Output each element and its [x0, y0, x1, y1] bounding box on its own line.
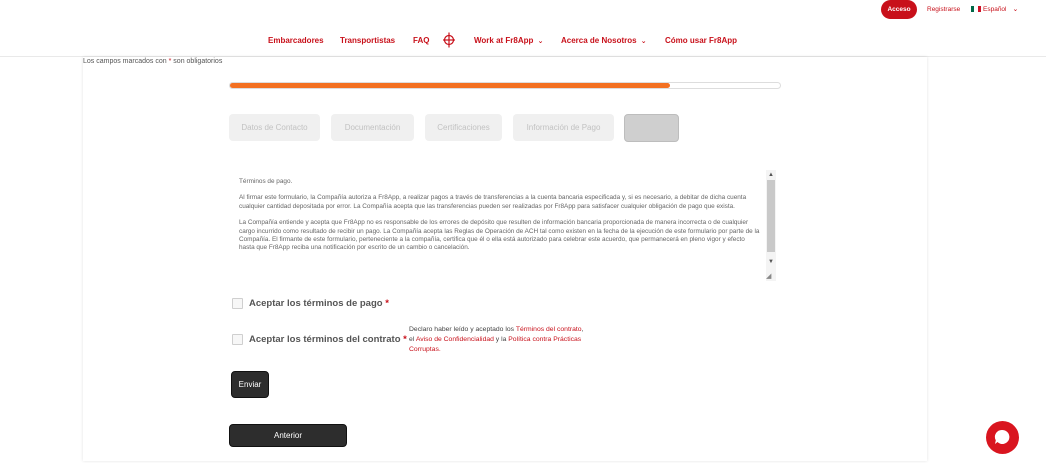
registrarse-link[interactable]: Registrarse [927, 6, 960, 13]
nav-item-transportistas[interactable]: Transportistas [340, 36, 395, 45]
scroll-thumb[interactable] [767, 180, 775, 252]
chevron-down-icon: ⌄ [638, 38, 647, 45]
accept-contract-row: Aceptar los términos del contrato * [232, 334, 407, 345]
fr8app-logo-icon[interactable] [442, 32, 456, 48]
terminos-del-contrato-link[interactable]: Términos del contrato [516, 326, 582, 333]
aviso-de-confidencialidad-link[interactable]: Aviso de Confidencialidad [416, 336, 494, 343]
step-informacion-de-pago[interactable]: Información de Pago [513, 114, 614, 141]
contract-note-end: . [438, 346, 441, 354]
language-selector[interactable]: Español ⌄ [971, 5, 1018, 13]
nav-item-embarcadores[interactable]: Embarcadores [268, 36, 324, 45]
accept-payment-text: Aceptar los términos de pago [249, 298, 383, 309]
step-certificaciones[interactable]: Certificaciones [425, 114, 502, 141]
accept-contract-text: Aceptar los términos del contrato [249, 334, 401, 345]
terms-paragraph: Términos de pago. [239, 178, 293, 185]
terms-scrollbar[interactable]: ▲ ▼ [766, 170, 776, 281]
required-fields-note: Los campos marcados con * son obligatori… [83, 58, 222, 65]
chat-bubble-icon[interactable] [986, 421, 1019, 454]
language-label: Español [983, 5, 1007, 13]
resize-grip-icon[interactable]: ◢ [766, 272, 776, 281]
required-star: * [168, 58, 172, 65]
mexico-flag-icon [971, 6, 981, 12]
chat-icon [994, 429, 1010, 444]
accept-payment-row: Aceptar los términos de pago * [232, 298, 389, 309]
nav-item-acerca-de-nosotros[interactable]: Acerca de Nosotros ⌄ [561, 36, 647, 45]
chevron-down-icon: ⌄ [1012, 6, 1019, 13]
acceso-button[interactable]: Acceso [881, 0, 917, 19]
terms-paragraph: La Compañía entiende y acepta que Fr8App… [239, 219, 760, 252]
accept-payment-label: Aceptar los términos de pago * [249, 298, 389, 309]
required-star: * [403, 334, 407, 345]
step-documentacion[interactable]: Documentación [331, 114, 414, 141]
step-datos-de-contacto[interactable]: Datos de Contacto [229, 114, 320, 141]
required-note-suffix: son obligatorios [173, 58, 223, 65]
nav-item-label: Acerca de Nosotros [561, 36, 637, 45]
progress-bar [229, 82, 781, 89]
accept-contract-checkbox[interactable] [232, 334, 243, 345]
contract-note-and: y la [495, 336, 507, 344]
main-nav: Embarcadores Transportistas FAQ Work at … [0, 30, 1046, 54]
anterior-button[interactable]: Anterior [229, 424, 347, 447]
terms-paragraph: Al firmar este formulario, la Compañía a… [239, 194, 747, 210]
contract-note-prefix: Declaro haber leído y aceptado los [409, 326, 515, 333]
required-note-prefix: Los campos marcados con [83, 58, 167, 65]
nav-item-como-usar[interactable]: Cómo usar Fr8App [665, 36, 737, 45]
nav-item-label: Work at Fr8App [474, 36, 534, 45]
nav-item-work-at-fr8app[interactable]: Work at Fr8App ⌄ [474, 36, 543, 45]
progress-fill [230, 83, 670, 88]
utility-bar: Acceso Registrarse Español ⌄ [0, 0, 1046, 22]
chevron-down-icon: ⌄ [535, 38, 544, 45]
nav-item-faq[interactable]: FAQ [413, 36, 429, 45]
step-current[interactable] [624, 114, 679, 142]
scroll-down-arrow-icon[interactable]: ▼ [767, 258, 775, 266]
accept-payment-checkbox[interactable] [232, 298, 243, 309]
scroll-up-arrow-icon[interactable]: ▲ [767, 171, 775, 179]
accept-contract-label: Aceptar los términos del contrato * [249, 334, 407, 345]
terms-textarea[interactable]: Términos de pago. Al firmar este formula… [229, 170, 777, 281]
terms-text: Términos de pago. Al firmar este formula… [239, 178, 761, 261]
required-star: * [385, 298, 389, 309]
contract-note: Declaro haber leído y aceptado los Térmi… [409, 325, 584, 356]
enviar-button[interactable]: Enviar [231, 371, 269, 398]
